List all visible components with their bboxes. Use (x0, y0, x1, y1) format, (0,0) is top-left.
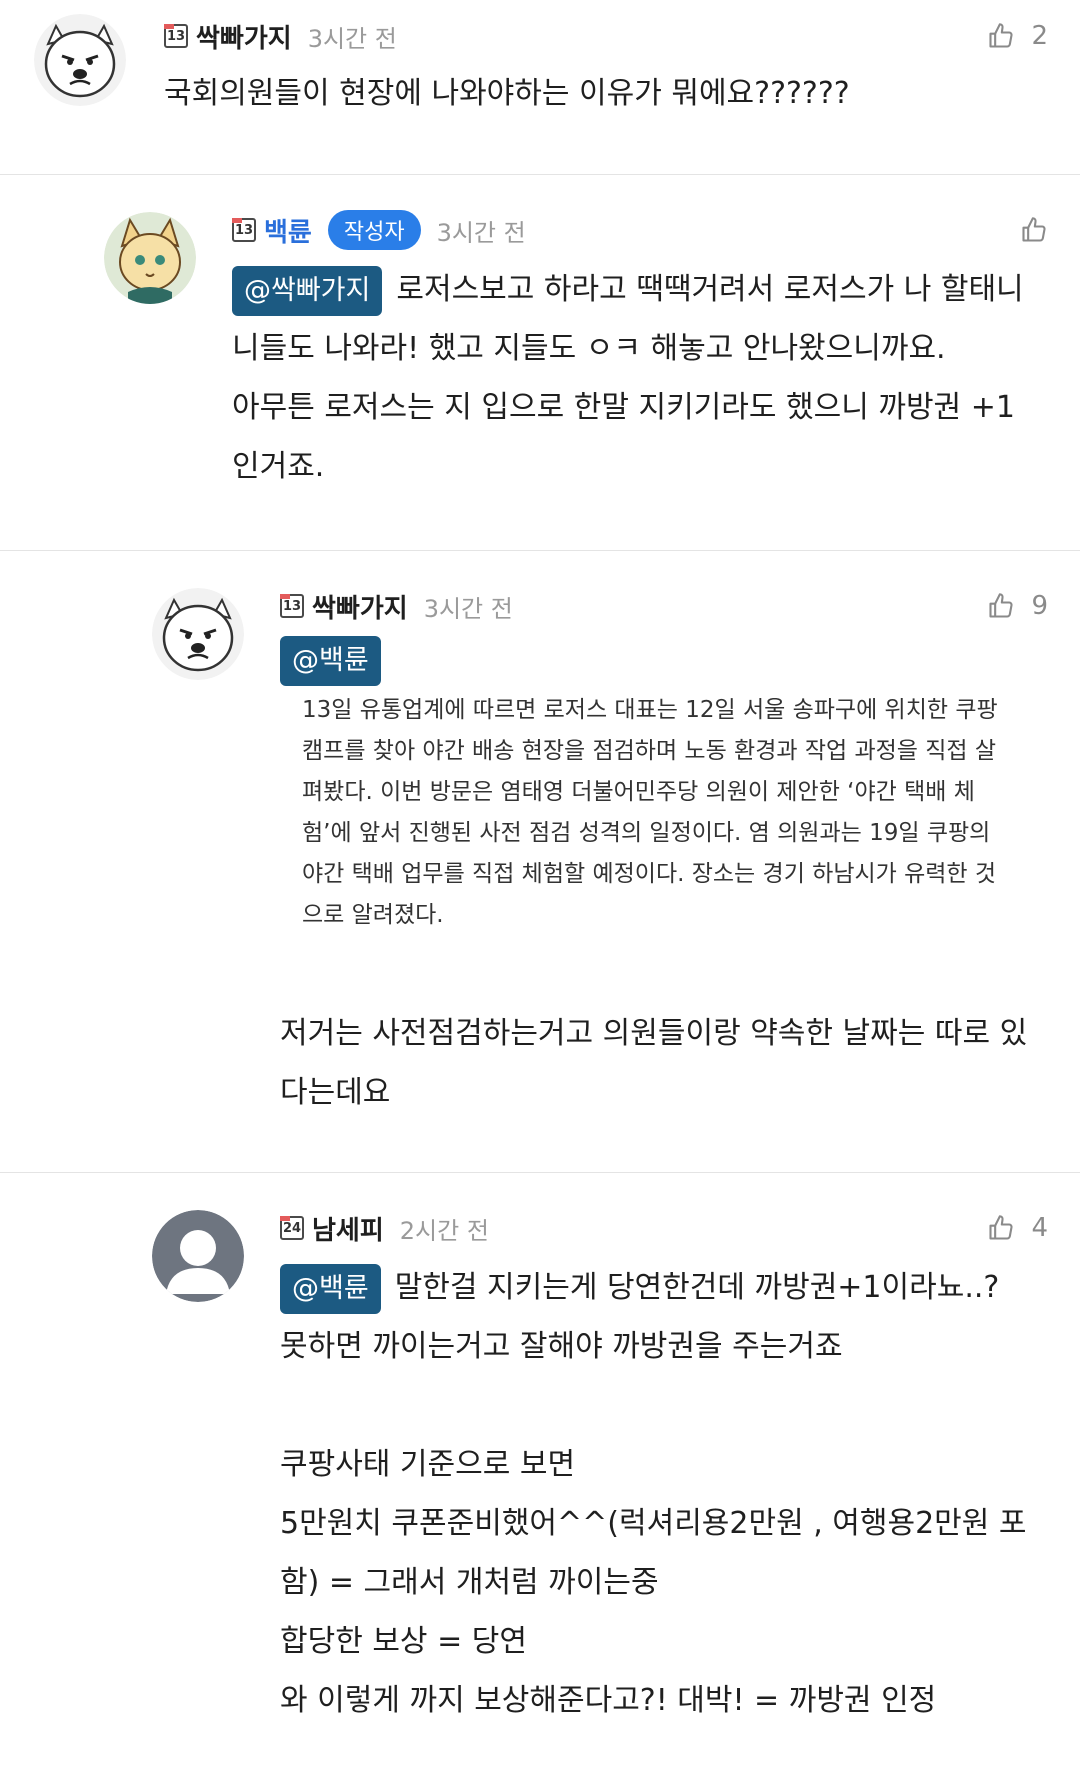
level-badge: 13 (232, 218, 256, 242)
level-badge: 13 (280, 594, 304, 618)
mention-tag[interactable]: @싹빠가지 (232, 265, 383, 316)
like-count: 9 (1031, 591, 1048, 621)
comment-line: 쿠팡사태 기준으로 보면 (280, 1447, 576, 1482)
like-button[interactable]: 2 (987, 16, 1048, 56)
thumbs-up-icon (989, 1215, 1014, 1240)
divider (0, 1172, 1080, 1173)
white-bear-avatar-icon[interactable] (152, 588, 244, 680)
nickname[interactable]: 싹빠가지 (312, 588, 408, 625)
divider (0, 550, 1080, 551)
comment-text: @싹빠가지 로저스보고 하라고 땍땍거려서 로저스가 나 할태니 니들도 나와라!… (232, 260, 1048, 496)
comment-meta: 13 싹빠가지 3시간 전 (280, 586, 513, 626)
level-badge: 13 (164, 24, 188, 48)
mention-tag[interactable]: @백륜 (280, 636, 381, 686)
level-badge: 24 (280, 1216, 304, 1240)
quoted-article-text: 13일 유통업계에 따르면 로저스 대표는 12일 서울 송파구에 위치한 쿠팡… (302, 697, 998, 928)
divider (0, 174, 1080, 175)
comment-line: 아무튼 로저스는 지 입으로 한말 지키기라도 했으니 까방권 +1 (232, 390, 1015, 425)
comment-line: @백륜 말한걸 지키는게 당연한건데 까방권+1이라뇨..? (280, 1258, 1060, 1317)
comment-line: 못하면 까이는거고 잘해야 까방권을 주는거죠 (280, 1329, 843, 1364)
timestamp: 2시간 전 (399, 1216, 489, 1245)
comment-line: 다는데요 (280, 1075, 391, 1110)
nickname[interactable]: 남세피 (312, 1210, 384, 1247)
comment-line: 함) = 그래서 개처럼 까이는중 (280, 1565, 659, 1600)
comment-text: 국회의원들이 현장에 나와야하는 이유가 뭐에요?????? (164, 76, 850, 111)
nickname[interactable]: 백륜 (264, 212, 312, 249)
comment-meta: 13 백륜 작성자 3시간 전 (232, 210, 526, 250)
comment-line: 저거는 사전점검하는거고 의원들이랑 약속한 날짜는 따로 있 (280, 1016, 1028, 1051)
white-bear-avatar-icon[interactable] (34, 14, 126, 106)
timestamp: 3시간 전 (307, 24, 397, 53)
comment-line: 니들도 나와라! 했고 지들도 ㅇㅋ 해놓고 안나왔으니까요. (232, 331, 946, 366)
thumbs-up-icon (1022, 217, 1046, 242)
like-count: 2 (1031, 21, 1048, 51)
author-badge: 작성자 (327, 210, 421, 250)
like-button[interactable] (1020, 210, 1048, 250)
like-count: 4 (1031, 1213, 1048, 1243)
comment-line (280, 1376, 1060, 1435)
comment-meta: 13 싹빠가지 3시간 전 (164, 16, 397, 56)
comment-line: 인거죠. (232, 449, 325, 484)
comment-line: 와 이렇게 까지 보상해준다고?! 대박! = 까방권 인정 (280, 1683, 937, 1718)
thumbs-up-icon (989, 23, 1014, 48)
comment-line: 5만원치 쿠폰준비했어^^(럭셔리용2만원 , 여행용2만원 포 (280, 1506, 1027, 1541)
comment-line: @싹빠가지 로저스보고 하라고 땍땍거려서 로저스가 나 할태니 (232, 260, 1048, 319)
like-button[interactable]: 9 (987, 586, 1048, 626)
timestamp: 3시간 전 (436, 218, 526, 247)
like-button[interactable]: 4 (987, 1208, 1048, 1248)
thumbs-up-icon (989, 593, 1014, 618)
comment-text: 저거는 사전점검하는거고 의원들이랑 약속한 날짜는 따로 있 다는데요 (280, 1004, 1060, 1122)
comment-text: @백륜 말한걸 지키는게 당연한건데 까방권+1이라뇨..? 못하면 까이는거고 … (280, 1258, 1060, 1730)
timestamp: 3시간 전 (423, 594, 513, 623)
nickname[interactable]: 싹빠가지 (196, 18, 292, 55)
default-user-avatar-icon[interactable] (152, 1210, 244, 1302)
mention-tag[interactable]: @백륜 (280, 1263, 381, 1314)
comment-meta: 24 남세피 2시간 전 (280, 1208, 489, 1248)
fox-character-avatar-icon[interactable] (104, 212, 196, 304)
comment-line: 합당한 보상 = 당연 (280, 1624, 527, 1659)
